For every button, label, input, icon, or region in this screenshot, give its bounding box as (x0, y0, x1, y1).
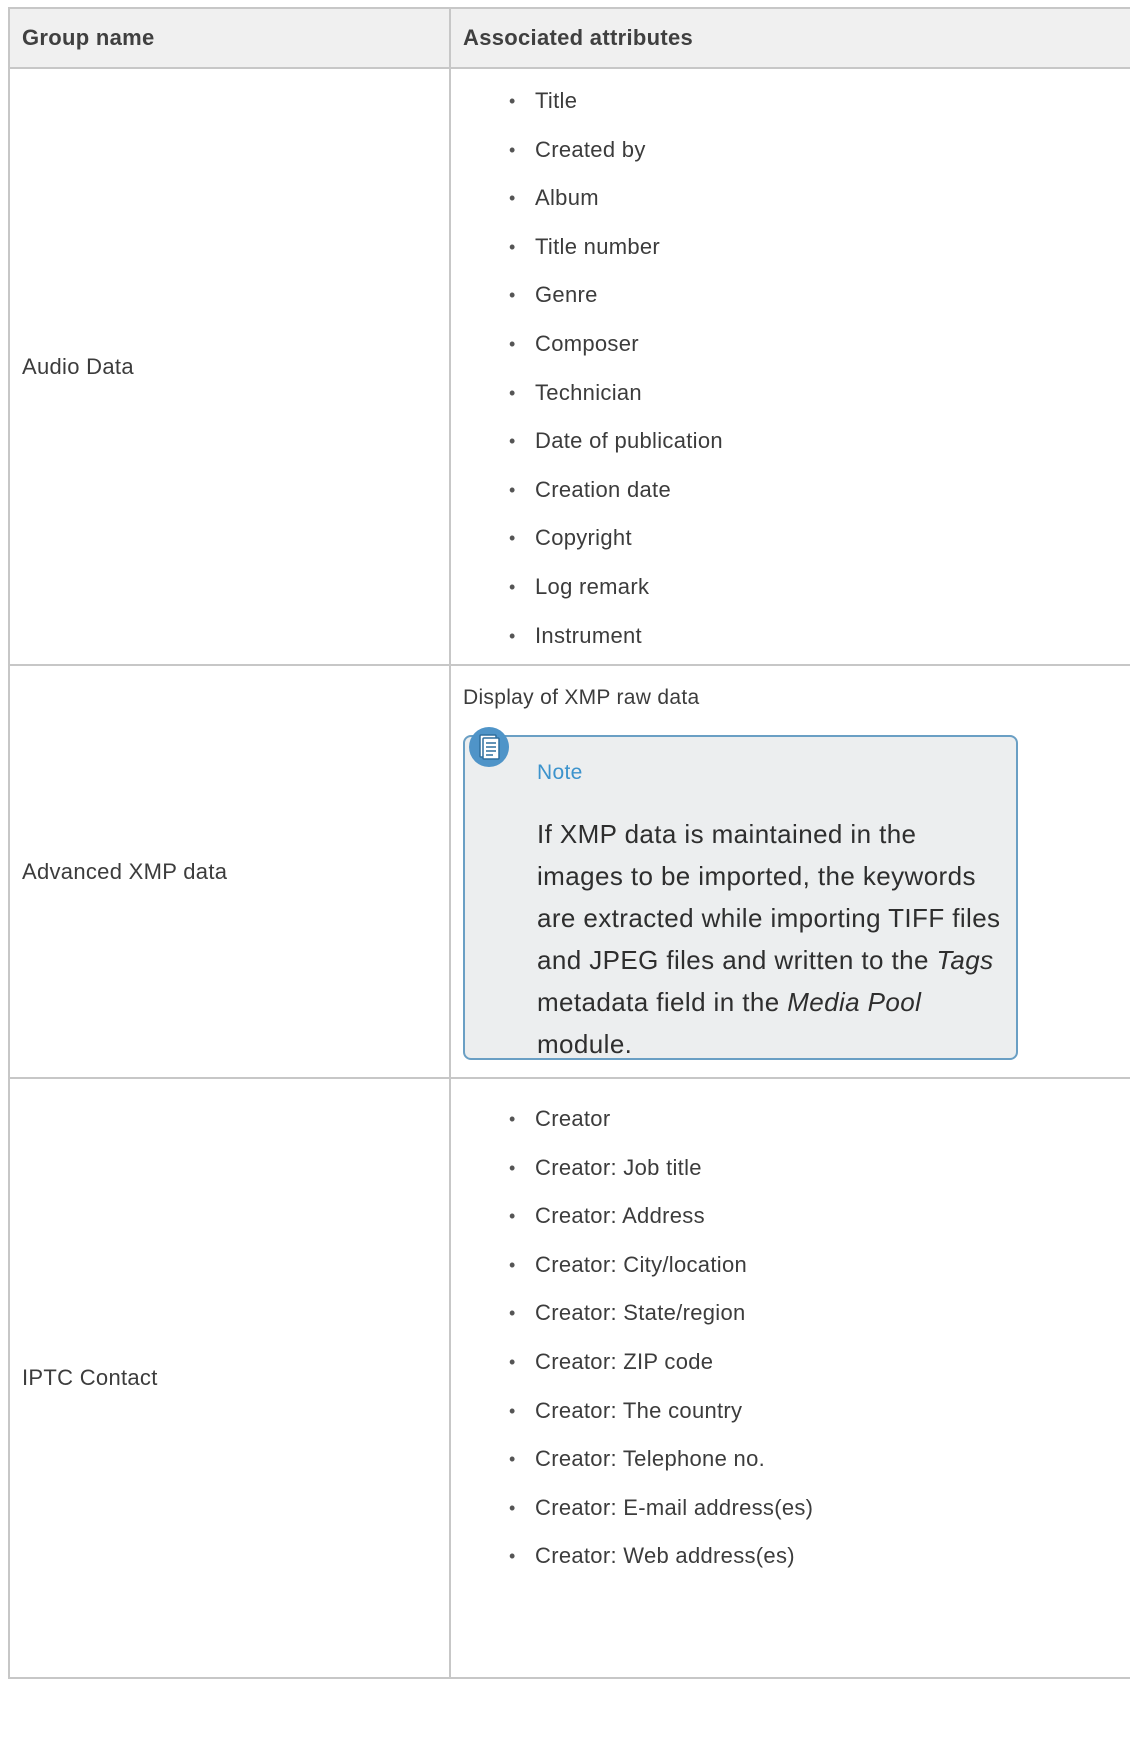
attribute-label: Technician (535, 379, 642, 405)
attribute-label: Creator: ZIP code (535, 1348, 714, 1374)
bullet-icon: • (509, 1157, 516, 1178)
attribute-label: Creation date (535, 476, 671, 502)
bullet-icon: • (509, 236, 516, 257)
note-emphasis-tags: Tags (936, 945, 994, 975)
table-row: IPTC Contact • Creator • Creator: Job title… (8, 1079, 1130, 1679)
attribute-label: Composer (535, 330, 639, 356)
list-item: • Composer (463, 320, 1130, 369)
bullet-icon: • (509, 188, 516, 209)
attribute-label: Creator: Telephone no. (535, 1446, 766, 1472)
attribute-label: Album (535, 185, 599, 211)
attributes-cell: Display of XMP raw data Note If XMP data… (451, 666, 1130, 1077)
bullet-icon: • (509, 1449, 516, 1470)
attribute-label: Created by (535, 136, 646, 162)
table-row: Audio Data • Title • Created by • Album • Title… (8, 69, 1130, 666)
list-item: • Genre (463, 271, 1130, 320)
bullet-icon: • (509, 528, 516, 549)
attribute-label: Creator: State/region (535, 1300, 746, 1326)
group-name-cell: Advanced XMP data (10, 666, 451, 1077)
note-emphasis-media-pool: Media Pool (787, 987, 922, 1017)
header-group-name: Group name (10, 9, 451, 67)
table-row: Advanced XMP data Display of XMP raw dat… (8, 666, 1130, 1079)
list-item: • Creation date (463, 466, 1130, 515)
list-item: • Album (463, 174, 1130, 223)
bullet-icon: • (509, 91, 516, 111)
bullet-icon: • (509, 1351, 516, 1372)
list-item: • Creator: Job title (463, 1144, 1130, 1193)
bullet-icon: • (509, 1109, 516, 1129)
attribute-list: • Title • Created by • Album • Title number • Gen… (463, 77, 1130, 660)
note-title: Note (537, 761, 583, 784)
list-item: • Log remark (463, 563, 1130, 612)
bullet-icon: • (509, 1303, 516, 1324)
note-text: metadata field in the (537, 987, 788, 1017)
bullet-icon: • (509, 1546, 516, 1567)
attributes-cell: • Title • Created by • Album • Title number • Gen… (451, 69, 1130, 664)
attribute-label: Log remark (535, 573, 650, 599)
list-item: • Creator: ZIP code (463, 1338, 1130, 1387)
group-name-cell: IPTC Contact (10, 1079, 451, 1677)
attribute-label: Creator: Web address(es) (535, 1543, 795, 1569)
list-item: • Creator: Web address(es) (463, 1532, 1130, 1581)
attribute-label: Title number (535, 233, 661, 259)
attribute-label: Date of publication (535, 428, 723, 454)
bullet-icon: • (509, 1400, 516, 1421)
list-item: • Creator: State/region (463, 1289, 1130, 1338)
attribute-list: • Creator • Creator: Job title • Creator: Add… (463, 1095, 1130, 1581)
table-header-row: Group name Associated attributes (8, 7, 1130, 69)
attribute-label: Creator (535, 1106, 611, 1131)
attribute-label: Genre (535, 282, 598, 308)
list-item: • Title number (463, 223, 1130, 272)
attribute-label: Creator: E-mail address(es) (535, 1494, 814, 1520)
bullet-icon: • (509, 1206, 516, 1227)
note-text: If XMP data is maintained in the images … (537, 819, 1001, 975)
bullet-icon: • (509, 333, 516, 354)
list-item: • Copyright (463, 514, 1130, 563)
list-item: • Creator: E-mail address(es) (463, 1484, 1130, 1533)
bullet-icon: • (509, 382, 516, 403)
list-item: • Date of publication (463, 417, 1130, 466)
attribute-label: Instrument (535, 622, 642, 648)
metadata-groups-table: Group name Associated attributes Audio D… (8, 7, 1130, 1679)
attribute-label: Creator: The country (535, 1397, 743, 1423)
bullet-icon: • (509, 1497, 516, 1518)
bullet-icon: • (509, 1254, 516, 1275)
list-item: • Created by (463, 126, 1130, 175)
bullet-icon: • (509, 139, 516, 160)
attribute-label: Creator: Address (535, 1203, 705, 1229)
group-name-cell: Audio Data (10, 69, 451, 664)
bullet-icon: • (509, 576, 516, 597)
bullet-icon: • (509, 479, 516, 500)
list-item: • Technician (463, 369, 1130, 418)
list-item: • Instrument (463, 612, 1130, 661)
list-item: • Creator: Telephone no. (463, 1435, 1130, 1484)
bullet-icon: • (509, 431, 516, 452)
list-item: • Creator: Address (463, 1192, 1130, 1241)
attributes-cell: • Creator • Creator: Job title • Creator: Add… (451, 1079, 1130, 1677)
xmp-description: Display of XMP raw data (463, 686, 700, 709)
attribute-label: Creator: City/location (535, 1251, 748, 1277)
note-body: If XMP data is maintained in the images … (537, 813, 1006, 1065)
header-associated-attributes: Associated attributes (463, 25, 694, 50)
list-item: • Creator (463, 1095, 1130, 1144)
attribute-label: Copyright (535, 525, 632, 551)
note-text: module. (537, 1029, 633, 1059)
note-document-icon (469, 727, 509, 767)
attribute-label: Title (535, 88, 578, 113)
list-item: • Creator: City/location (463, 1241, 1130, 1290)
attribute-label: Creator: Job title (535, 1154, 702, 1180)
bullet-icon: • (509, 625, 516, 646)
note-callout: Note If XMP data is maintained in the im… (463, 727, 1018, 1060)
list-item: • Title (463, 77, 1130, 126)
list-item: • Creator: The country (463, 1387, 1130, 1436)
bullet-icon: • (509, 285, 516, 306)
